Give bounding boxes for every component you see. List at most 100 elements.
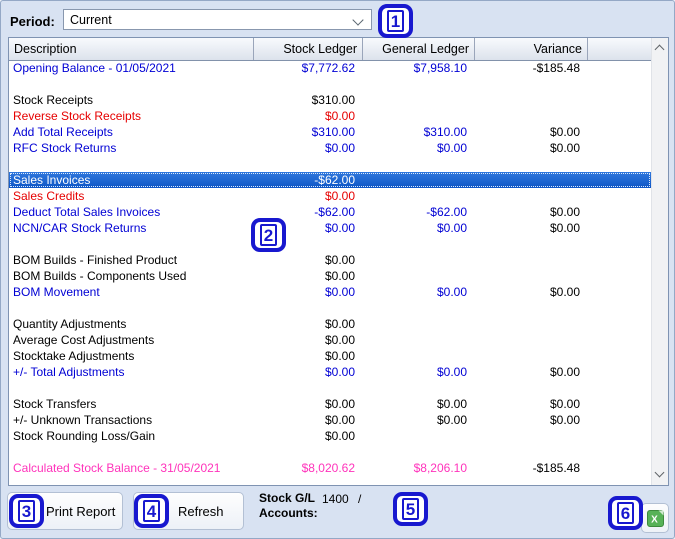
table-row[interactable]: Sales Credits $0.00 (9, 188, 651, 204)
cell-description: +/- Unknown Transactions (13, 413, 153, 427)
cell-stock-ledger: $8,020.62 (301, 461, 355, 475)
cell-general-ledger: $7,958.10 (413, 61, 467, 75)
table-row[interactable]: Add Total Receipts $310.00 $310.00 $0.00 (9, 124, 651, 140)
cell-variance: $0.00 (549, 365, 580, 379)
cell-general-ledger (363, 332, 475, 348)
cell-description: Stock Rounding Loss/Gain (13, 429, 156, 443)
table-row[interactable]: Stocktake Adjustments $0.00 (9, 348, 651, 364)
annotation-badge-4: 4 (134, 494, 169, 528)
cell-variance (475, 348, 588, 364)
scroll-down-button[interactable] (652, 466, 668, 483)
table-body: Opening Balance - 01/05/2021 $7,772.62 $7,… (9, 60, 651, 485)
table-row[interactable]: Stock Receipts $310.00 (9, 92, 651, 108)
cell-stock-ledger: $7,772.62 (301, 61, 355, 75)
cell-description: NCN/CAR Stock Returns (13, 221, 147, 235)
cell-filler (588, 348, 651, 364)
cell-description: Sales Credits (13, 189, 85, 203)
cell-general-ledger: -$62.00 (426, 205, 467, 219)
table-spacer-row (9, 236, 651, 252)
cell-stock-ledger: -$62.00 (314, 173, 355, 187)
vertical-scrollbar[interactable] (651, 38, 668, 485)
cell-variance: $0.00 (549, 141, 580, 155)
cell-filler (588, 412, 651, 428)
cell-stock-ledger: $0.00 (324, 189, 355, 203)
cell-general-ledger (363, 268, 475, 284)
cell-variance: $0.00 (549, 413, 580, 427)
chevron-down-icon (654, 467, 665, 478)
cell-variance (475, 268, 588, 284)
cell-general-ledger (363, 428, 475, 444)
chevron-down-icon (352, 14, 364, 26)
cell-general-ledger: $0.00 (436, 141, 467, 155)
print-report-label: Print Report (46, 503, 116, 519)
cell-variance (475, 252, 588, 268)
annotation-badge-3: 3 (9, 494, 44, 528)
table-row[interactable]: Opening Balance - 01/05/2021 $7,772.62 $7,… (9, 60, 651, 76)
table-spacer-row (9, 380, 651, 396)
cell-variance: $0.00 (549, 285, 580, 299)
table-row[interactable]: BOM Movement $0.00 $0.00 $0.00 (9, 284, 651, 300)
cell-filler (588, 284, 651, 300)
stock-gl-account-separator: / (358, 492, 362, 506)
cell-stock-ledger: $0.00 (324, 365, 355, 379)
table-row[interactable]: Stock Transfers $0.00 $0.00 $0.00 (9, 396, 651, 412)
period-label: Period: (10, 14, 55, 29)
table-row[interactable]: RFC Stock Returns $0.00 $0.00 $0.00 (9, 140, 651, 156)
cell-description: BOM Builds - Finished Product (13, 253, 178, 267)
cell-filler (588, 252, 651, 268)
table-row[interactable]: Quantity Adjustments $0.00 (9, 316, 651, 332)
stock-gl-account-value: 1400 (322, 492, 349, 506)
cell-stock-ledger: $0.00 (324, 397, 355, 411)
cell-variance: $0.00 (549, 125, 580, 139)
cell-variance (475, 428, 588, 444)
table-row[interactable]: +/- Total Adjustments $0.00 $0.00 $0.00 (9, 364, 651, 380)
svg-text:X: X (651, 514, 658, 525)
column-header-stock-ledger: Stock Ledger (254, 38, 363, 60)
cell-variance: -$185.48 (532, 61, 580, 75)
cell-stock-ledger: $0.00 (324, 141, 355, 155)
table-row[interactable]: Reverse Stock Receipts $0.00 (9, 108, 651, 124)
table-row[interactable]: Stock Rounding Loss/Gain $0.00 (9, 428, 651, 444)
cell-variance: -$185.48 (532, 461, 580, 475)
cell-filler (588, 220, 651, 236)
table-row[interactable]: Average Cost Adjustments $0.00 (9, 332, 651, 348)
cell-filler (588, 316, 651, 332)
cell-variance: $0.00 (549, 205, 580, 219)
cell-filler (588, 396, 651, 412)
cell-variance: $0.00 (549, 397, 580, 411)
cell-filler (588, 172, 651, 188)
table-spacer-row (9, 76, 651, 92)
cell-filler (588, 332, 651, 348)
table-row[interactable]: Deduct Total Sales Invoices -$62.00 -$62.0… (9, 204, 651, 220)
cell-general-ledger: $0.00 (436, 365, 467, 379)
cell-description: Average Cost Adjustments (13, 333, 155, 347)
cell-stock-ledger: $0.00 (324, 429, 355, 443)
cell-description: Stock Receipts (13, 93, 94, 107)
cell-description: Quantity Adjustments (13, 317, 127, 331)
cell-variance (475, 332, 588, 348)
table-row[interactable]: BOM Builds - Finished Product $0.00 (9, 252, 651, 268)
cell-general-ledger (363, 348, 475, 364)
refresh-label: Refresh (178, 503, 224, 519)
cell-variance (475, 108, 588, 124)
table-spacer-row (9, 156, 651, 172)
cell-general-ledger: $0.00 (436, 285, 467, 299)
table-row[interactable]: NCN/CAR Stock Returns $0.00 $0.00 $0.00 (9, 220, 651, 236)
table-row[interactable]: Calculated Stock Balance - 31/05/2021 $8,… (9, 460, 651, 476)
cell-description: Deduct Total Sales Invoices (13, 205, 161, 219)
export-to-excel-button[interactable]: X (641, 503, 669, 533)
cell-general-ledger: $0.00 (436, 413, 467, 427)
excel-export-icon: X (646, 509, 664, 527)
annotation-badge-6: 6 (608, 496, 643, 530)
scroll-up-button[interactable] (652, 40, 668, 57)
cell-general-ledger: $310.00 (423, 125, 467, 139)
cell-general-ledger (363, 252, 475, 268)
period-select[interactable]: Current (63, 9, 372, 30)
cell-filler (588, 364, 651, 380)
cell-stock-ledger: $0.00 (324, 413, 355, 427)
stock-gl-accounts-label: Stock G/L Accounts: (259, 491, 318, 520)
table-row[interactable]: Sales Invoices -$62.00 (9, 172, 651, 188)
cell-general-ledger: $8,206.10 (413, 461, 467, 475)
table-row[interactable]: +/- Unknown Transactions $0.00 $0.00 $0.00 (9, 412, 651, 428)
table-row[interactable]: BOM Builds - Components Used $0.00 (9, 268, 651, 284)
